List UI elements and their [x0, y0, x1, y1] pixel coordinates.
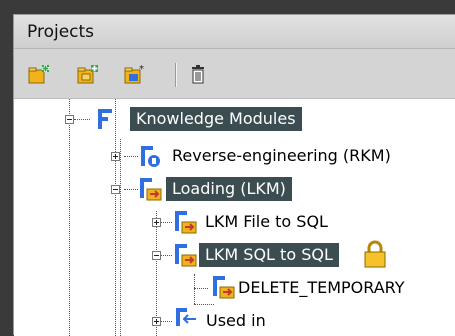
tree-node-label: Reverse-engineering (RKM)	[172, 146, 391, 165]
lkm-item-icon	[175, 211, 197, 234]
svg-text:*: *	[139, 64, 144, 75]
lkm-module-icon	[140, 178, 162, 201]
new-subfolder-icon[interactable]	[75, 62, 101, 88]
tree-node-label: Loading (LKM)	[166, 177, 292, 201]
tree-guide-line	[124, 156, 138, 157]
tree-guide-line	[69, 99, 70, 336]
lkm-item-icon	[175, 244, 197, 267]
expand-toggle[interactable]	[152, 317, 161, 326]
rkm-module-icon	[141, 146, 160, 167]
tree-node-label: LKM File to SQL	[205, 212, 328, 231]
projects-window: Projects * Knowledge Modules Reverse-eng…	[0, 0, 455, 336]
panel-titlebar: Projects	[14, 15, 455, 49]
tree-guide-line	[74, 119, 90, 120]
tree-node-label: Used in	[206, 311, 266, 330]
collapse-toggle[interactable]	[111, 185, 120, 194]
trash-icon[interactable]	[185, 62, 211, 88]
procedure-step-icon	[213, 276, 235, 299]
lock-icon	[364, 240, 386, 268]
expand-toggle[interactable]	[111, 152, 120, 161]
projects-toolbar: *	[14, 49, 455, 99]
used-in-icon	[176, 308, 196, 326]
new-folder-icon[interactable]	[26, 62, 52, 88]
collapse-toggle[interactable]	[152, 251, 161, 260]
tree-node-label: Knowledge Modules	[130, 107, 302, 131]
collapse-toggle[interactable]	[65, 115, 74, 124]
knowledge-module-icon	[98, 109, 112, 129]
tree-guide-line	[194, 288, 208, 289]
panel-title: Projects	[27, 22, 95, 42]
new-item-icon[interactable]: *	[122, 62, 148, 88]
tree-guide-line	[194, 274, 195, 304]
tree-guide-line	[160, 321, 172, 322]
tree-node-label: DELETE_TEMPORARY	[238, 278, 405, 297]
tree-guide-line	[120, 139, 121, 336]
expand-toggle[interactable]	[152, 218, 161, 227]
tree-guide-line	[124, 189, 138, 190]
project-tree: Knowledge Modules Reverse-engineering (R…	[14, 99, 455, 336]
tree-guide-line	[160, 255, 172, 256]
tree-guide-line	[160, 222, 172, 223]
projects-panel: Projects * Knowledge Modules Reverse-eng…	[13, 14, 455, 336]
tree-node-label: LKM SQL to SQL	[199, 243, 339, 267]
toolbar-separator	[175, 63, 177, 87]
